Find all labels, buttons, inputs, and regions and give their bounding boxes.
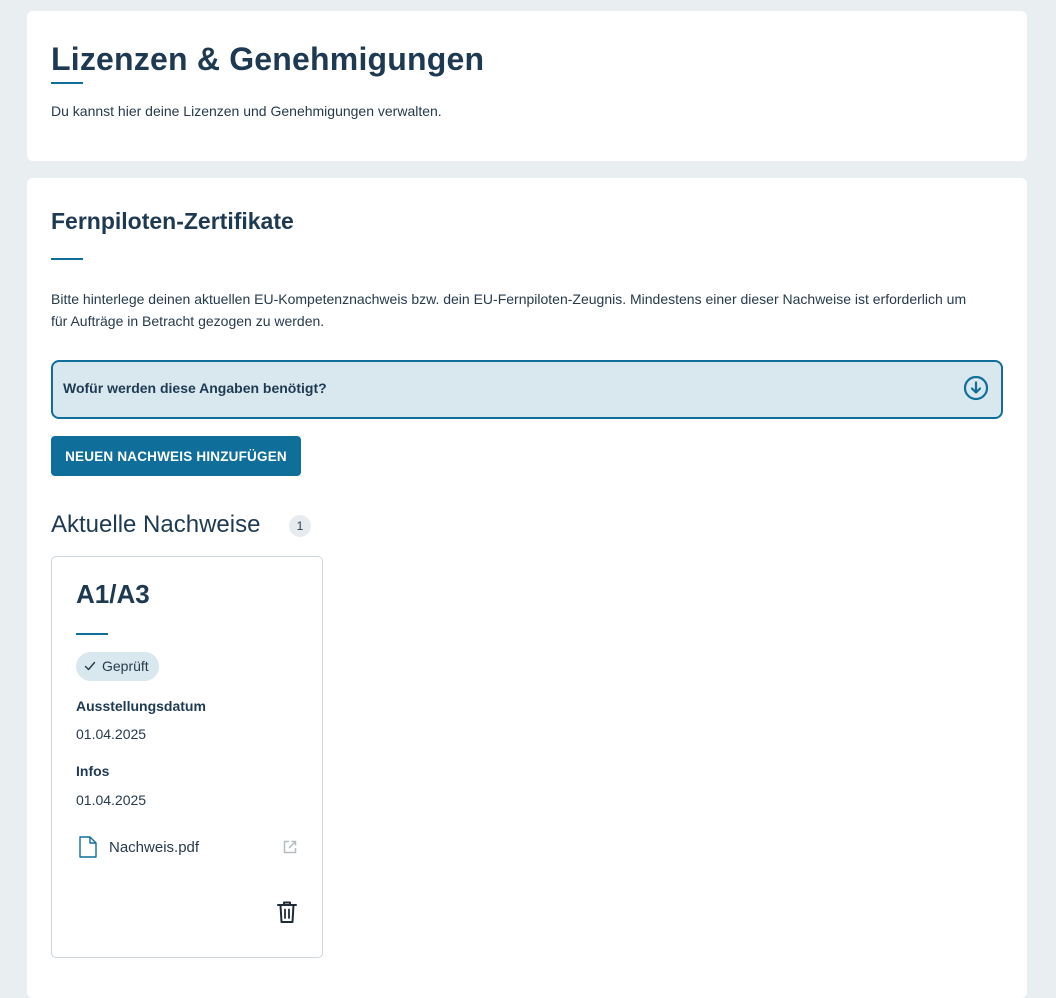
page-header-card: Lizenzen & Genehmigungen Du kannst hier … bbox=[27, 11, 1027, 161]
count-badge: 1 bbox=[289, 515, 311, 537]
certificate-title: A1/A3 bbox=[76, 579, 150, 609]
info-label: Infos bbox=[76, 763, 110, 779]
certificate-card: A1/A3 Geprüft Ausstellungsdatum 01.04.20… bbox=[51, 556, 323, 958]
certificates-card: Fernpiloten-Zertifikate Bitte hinterlege… bbox=[27, 178, 1027, 998]
trash-icon[interactable] bbox=[276, 900, 298, 924]
issue-date-value: 01.04.2025 bbox=[76, 726, 147, 742]
external-link-icon[interactable] bbox=[282, 839, 298, 855]
info-value: 01.04.2025 bbox=[76, 792, 147, 808]
certificate-underline bbox=[76, 633, 108, 635]
list-title: Aktuelle Nachweise bbox=[51, 511, 261, 538]
accordion-label: Wofür werden diese Angaben benötigt? bbox=[63, 380, 327, 396]
check-icon bbox=[84, 661, 96, 671]
status-label: Geprüft bbox=[102, 658, 149, 674]
page-subtitle: Du kannst hier deine Lizenzen und Genehm… bbox=[51, 103, 442, 119]
status-badge: Geprüft bbox=[76, 652, 159, 681]
info-accordion[interactable]: Wofür werden diese Angaben benötigt? bbox=[51, 360, 1003, 419]
section-description: Bitte hinterlege deinen aktuellen EU-Kom… bbox=[51, 291, 967, 329]
issue-date-label: Ausstellungsdatum bbox=[76, 698, 206, 714]
title-underline bbox=[51, 82, 83, 84]
section-title: Fernpiloten-Zertifikate bbox=[51, 208, 294, 234]
page-title: Lizenzen & Genehmigungen bbox=[51, 41, 485, 77]
file-attachment[interactable]: Nachweis.pdf bbox=[76, 835, 300, 861]
file-name-link[interactable]: Nachweis.pdf bbox=[109, 839, 199, 856]
file-icon bbox=[79, 836, 97, 858]
arrow-down-circle-icon[interactable] bbox=[963, 375, 989, 401]
section-underline bbox=[51, 258, 83, 260]
add-certificate-button[interactable]: NEUEN NACHWEIS HINZUFÜGEN bbox=[51, 436, 301, 476]
